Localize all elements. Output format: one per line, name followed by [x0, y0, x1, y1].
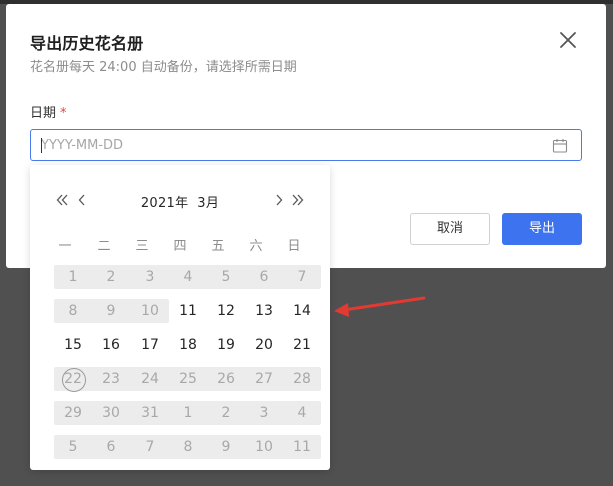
- date-input[interactable]: [41, 130, 521, 160]
- calendar-day: 5: [221, 269, 231, 285]
- calendar-day: 24: [141, 371, 159, 387]
- calendar-day[interactable]: 20: [245, 333, 283, 357]
- calendar-week-row: 1 2 3 4 5 6 7: [54, 265, 321, 289]
- calendar-week-row: 8 9 10 11 12 13 14: [54, 299, 311, 323]
- required-mark: *: [60, 106, 67, 121]
- calendar-day: 9: [106, 303, 116, 319]
- chevron-right-icon: [276, 194, 283, 206]
- calendar-day: 2: [106, 269, 116, 285]
- date-label-text: 日期: [30, 106, 57, 121]
- calendar-icon[interactable]: [552, 138, 568, 154]
- calendar-day: 26: [217, 371, 235, 387]
- next-month-button[interactable]: [271, 192, 287, 208]
- calendar-week-row: 5 6 7 8 9 10 11: [54, 435, 321, 459]
- weekday-header: 五: [211, 239, 225, 254]
- weekday-header: 三: [135, 239, 149, 254]
- calendar-day: 8: [183, 439, 193, 455]
- calendar-day: 1: [68, 269, 78, 285]
- calendar-day[interactable]: 17: [131, 333, 169, 357]
- calendar-day[interactable]: 14: [283, 299, 321, 323]
- red-arrow-annotation: [334, 296, 426, 317]
- weekday-header: 四: [173, 239, 187, 254]
- calendar-day: 7: [145, 439, 155, 455]
- calendar-day: 11: [293, 439, 311, 455]
- dialog-subtitle: 花名册每天 24:00 自动备份，请选择所需日期: [30, 60, 297, 75]
- double-chevron-right-icon: [292, 194, 304, 206]
- date-field-label: 日期 *: [30, 102, 67, 121]
- calendar-day[interactable]: 13: [245, 299, 283, 323]
- date-input-wrapper[interactable]: [30, 129, 582, 161]
- text-caret: [41, 138, 42, 153]
- weekday-header: 日: [287, 239, 301, 254]
- calendar-day[interactable]: 16: [92, 333, 130, 357]
- calendar-day: 30: [102, 405, 120, 421]
- calendar-day: 7: [297, 269, 307, 285]
- calendar-day[interactable]: 12: [207, 299, 245, 323]
- calendar-day: 5: [68, 439, 78, 455]
- close-icon: [560, 32, 576, 48]
- calendar-day: 25: [179, 371, 197, 387]
- calendar-day: 4: [297, 405, 307, 421]
- calendar-day: 6: [106, 439, 116, 455]
- date-picker-popup: 2021年 3月 一 二 三 四 五 六 日 1 2 3 4 5 6 7 8 9 10 11 12 13…: [30, 165, 330, 470]
- calendar-day-today: 22: [54, 367, 92, 392]
- cancel-button[interactable]: 取消: [410, 213, 490, 245]
- calendar-week-row: 15 16 17 18 19 20 21: [54, 333, 311, 357]
- calendar-day[interactable]: 19: [207, 333, 245, 357]
- weekday-header: 六: [249, 239, 263, 254]
- calendar-day[interactable]: 15: [54, 333, 92, 357]
- weekday-header: 二: [97, 239, 111, 254]
- calendar-day: 8: [68, 303, 78, 319]
- next-year-button[interactable]: [290, 192, 306, 208]
- calendar-day: 1: [183, 405, 193, 421]
- calendar-day: 3: [259, 405, 269, 421]
- calendar-day: 4: [183, 269, 193, 285]
- calendar-day[interactable]: 11: [169, 299, 207, 323]
- calendar-day: 10: [141, 303, 159, 319]
- calendar-day[interactable]: 18: [169, 333, 207, 357]
- export-button[interactable]: 导出: [502, 213, 582, 245]
- calendar-day: 28: [293, 371, 311, 387]
- calendar-day: 31: [141, 405, 159, 421]
- close-button[interactable]: [556, 28, 580, 52]
- picker-year-label[interactable]: 2021年: [141, 192, 189, 211]
- picker-month-label[interactable]: 3月: [197, 192, 219, 211]
- calendar-day: 3: [145, 269, 155, 285]
- calendar-day: 9: [221, 439, 231, 455]
- calendar-day: 2: [221, 405, 231, 421]
- dialog-title: 导出历史花名册: [30, 34, 144, 53]
- calendar-day[interactable]: 21: [283, 333, 321, 357]
- calendar-day: 6: [259, 269, 269, 285]
- calendar-week-row: 29 30 31 1 2 3 4: [54, 401, 321, 425]
- calendar-day: 27: [255, 371, 273, 387]
- calendar-week-row: 22 23 24 25 26 27 28: [54, 367, 321, 392]
- calendar-day: 23: [102, 371, 120, 387]
- calendar-day: 29: [64, 405, 82, 421]
- weekday-header: 一: [58, 239, 72, 254]
- calendar-day: 10: [255, 439, 273, 455]
